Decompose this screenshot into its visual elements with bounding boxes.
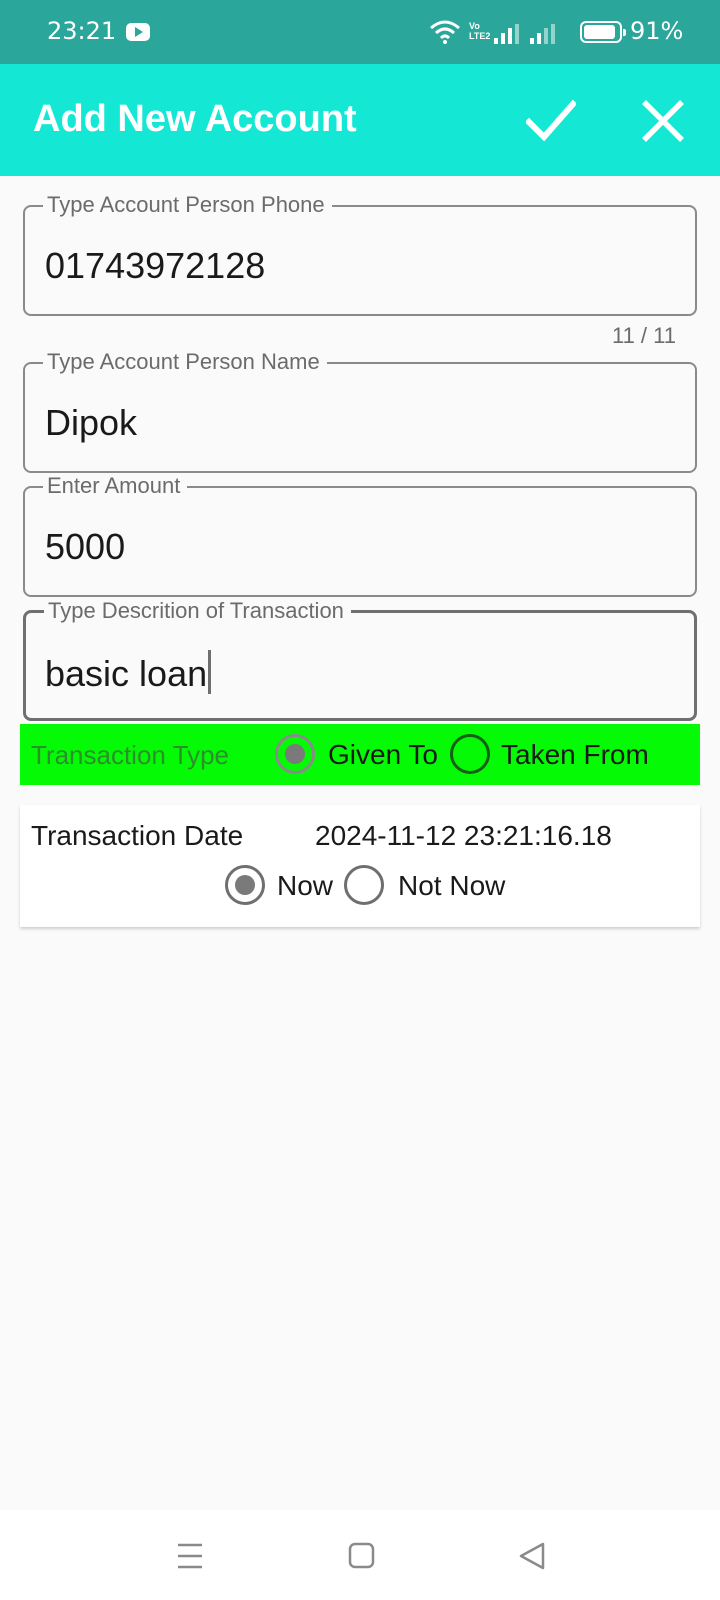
volte-icon: Vo LTE2 [469, 21, 491, 41]
transaction-date-card: Transaction Date 2024-11-12 23:21:16.18 … [20, 805, 700, 927]
transaction-type-bar: Transaction Type Given To Taken From [20, 724, 700, 785]
transaction-date-label: Transaction Date [31, 820, 244, 851]
app-bar: Add New Account [0, 64, 720, 176]
signal-icon-2 [530, 22, 558, 44]
phone-field-value[interactable]: 01743972128 [45, 245, 265, 287]
phone-field[interactable]: Type Account Person Phone 01743972128 [23, 192, 697, 316]
status-bar: 23:21 Vo LTE2 91% [0, 0, 720, 64]
given-to-radio[interactable] [275, 734, 315, 774]
back-icon[interactable] [512, 1536, 552, 1576]
now-label[interactable]: Now [277, 870, 333, 902]
menu-icon[interactable] [170, 1536, 210, 1576]
transaction-type-label: Transaction Type [31, 740, 229, 770]
description-field[interactable]: Type Descrition of Transaction basic loa… [23, 598, 697, 721]
taken-from-label[interactable]: Taken From [501, 739, 649, 771]
phone-field-label: Type Account Person Phone [43, 192, 332, 218]
transaction-date-value: 2024-11-12 23:21:16.18 [315, 820, 612, 851]
youtube-icon [126, 23, 150, 41]
not-now-label[interactable]: Not Now [398, 870, 505, 902]
battery-icon [580, 21, 626, 43]
name-field-value[interactable]: Dipok [45, 402, 137, 444]
not-now-radio[interactable] [344, 865, 384, 905]
status-time: 23:21 [47, 17, 117, 45]
check-icon[interactable] [526, 96, 576, 146]
wifi-icon [430, 20, 460, 44]
battery-percentage: 91% [630, 17, 684, 45]
amount-field[interactable]: Enter Amount 5000 [23, 473, 697, 597]
battery-fill [584, 25, 615, 39]
text-cursor [208, 650, 212, 694]
taken-from-radio[interactable] [450, 734, 490, 774]
now-radio[interactable] [225, 865, 265, 905]
name-field-label: Type Account Person Name [43, 349, 327, 375]
home-icon[interactable] [341, 1536, 381, 1576]
page-title: Add New Account [33, 98, 357, 140]
close-icon[interactable] [640, 98, 686, 144]
description-field-value[interactable]: basic loan [45, 650, 212, 695]
description-field-label: Type Descrition of Transaction [44, 598, 351, 624]
phone-char-counter: 11 / 11 [611, 323, 676, 348]
navigation-bar [0, 1510, 720, 1600]
amount-field-value[interactable]: 5000 [45, 526, 125, 568]
signal-icon [494, 22, 522, 44]
name-field[interactable]: Type Account Person Name Dipok [23, 349, 697, 473]
given-to-label[interactable]: Given To [328, 739, 438, 771]
amount-field-label: Enter Amount [43, 473, 188, 499]
description-text: basic loan [45, 653, 208, 694]
